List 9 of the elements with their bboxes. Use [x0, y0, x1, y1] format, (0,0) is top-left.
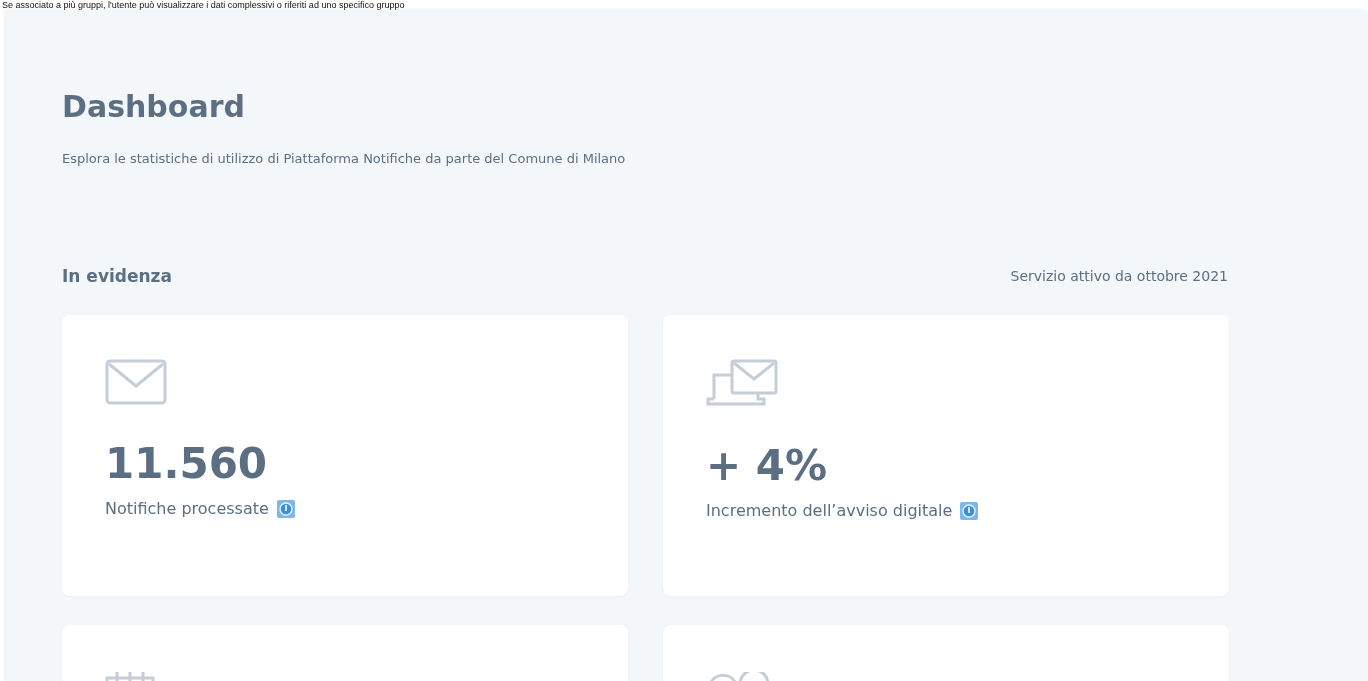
- caption: Se associato a più gruppi, l'utente può visualizzare i dati complessivi o riferiti ad uno specifico gruppo: [1, 0, 406, 10]
- page-title: Dashboard: [62, 88, 246, 126]
- stat-label: Incremento dell’avviso digitale: [706, 501, 953, 520]
- stat-value: + 4%: [706, 441, 829, 491]
- stat-label: Notifiche processate: [105, 499, 269, 518]
- page-subtitle: Esplora le statistiche di utilizzo di Piattaforma Notifiche da parte del Comune di Milano: [62, 150, 627, 168]
- service-note: Servizio attivo da ottobre 2021: [1010, 268, 1228, 284]
- section-title: In evidenza: [62, 266, 172, 286]
- stat-value: 11.560: [105, 439, 269, 489]
